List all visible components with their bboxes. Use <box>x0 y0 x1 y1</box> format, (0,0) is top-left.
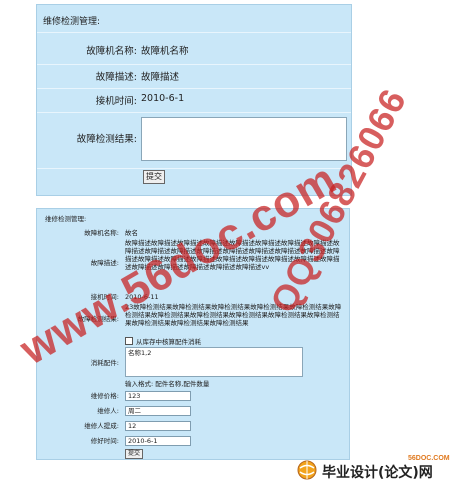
receive-time-row: 接机时间: 2010-6-1 <box>37 89 351 113</box>
footer-logo-text: 毕业设计(论文)网 <box>322 465 433 481</box>
stock-checkbox-row: 从库存中核算配件消耗 <box>125 337 201 346</box>
fault-name-value: 故障机名称 <box>141 46 189 57</box>
b-fault-name-label: 故障机名称: <box>84 229 119 237</box>
b-fault-desc-label: 故障描述: <box>90 259 119 267</box>
top-form-title-row: 维修检测管理: <box>37 5 351 33</box>
b-fault-name-value: 故名 <box>125 229 138 237</box>
person-input[interactable]: 周二 <box>125 406 191 416</box>
commission-label: 维修人提成: <box>84 422 119 430</box>
bottom-form-title: 维修检测管理: <box>45 215 87 223</box>
commission-input[interactable]: 12 <box>125 421 191 431</box>
result-textarea[interactable] <box>141 117 347 161</box>
fault-name-label: 故障机名称: <box>86 46 137 57</box>
fixed-time-input[interactable]: 2010-6-1 <box>125 436 191 446</box>
stock-checkbox[interactable] <box>125 337 133 345</box>
price-label: 维修价格: <box>90 392 119 400</box>
fixed-time-label: 修好时间: <box>90 437 119 445</box>
person-label: 维修人: <box>97 407 119 415</box>
parts-hint: 输入格式: 配件名称,配件数量 <box>125 380 210 388</box>
stock-checkbox-label: 从库存中核算配件消耗 <box>136 338 201 346</box>
receive-time-label: 接机时间: <box>95 96 137 107</box>
receive-time-value: 2010-6-1 <box>141 93 185 104</box>
result-label: 故障检测结果: <box>76 134 137 145</box>
top-form-title: 维修检测管理: <box>43 17 101 27</box>
top-submit-button[interactable]: 提交 <box>143 170 165 184</box>
footer-logo: 毕业设计(论文)网 <box>296 459 462 481</box>
bottom-submit-button[interactable]: 提交 <box>125 449 143 459</box>
parts-label: 消耗配件: <box>90 359 119 367</box>
parts-textarea[interactable]: 名称1,2 <box>125 347 303 377</box>
fault-name-row: 故障机名称: 故障机名称 <box>37 33 351 65</box>
price-input[interactable]: 123 <box>125 391 191 401</box>
fault-desc-label: 故障描述: <box>95 72 137 83</box>
fault-desc-row: 故障描述: 故障描述 <box>37 65 351 89</box>
b-result-value: 23故障检测结果故障检测结果故障检测结果故障检测结果故障检测结果故障检测结果故障… <box>125 303 342 328</box>
fault-desc-value: 故障描述 <box>141 72 180 83</box>
result-row: 故障检测结果: <box>37 113 351 169</box>
globe-logo-icon <box>297 460 317 480</box>
